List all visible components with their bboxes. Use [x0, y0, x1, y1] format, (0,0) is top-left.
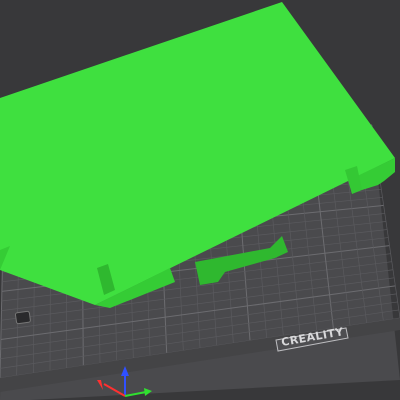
bed-corner-clip-icon [14, 310, 31, 325]
scene-canvas[interactable]: CREALITY ooth [0, 0, 400, 400]
3d-viewport[interactable]: CREALITY ooth [0, 0, 400, 400]
